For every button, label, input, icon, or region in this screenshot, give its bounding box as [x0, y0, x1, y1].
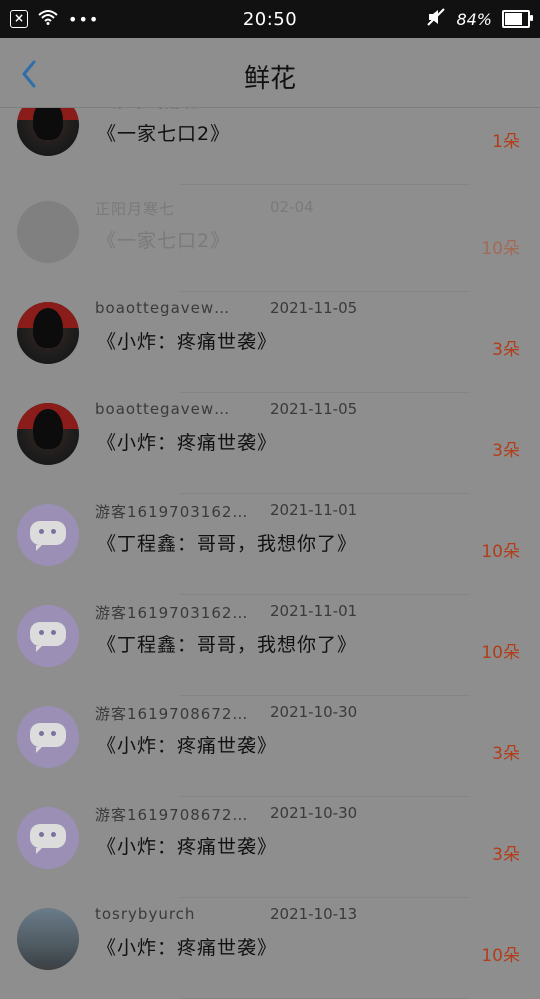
date: 2021-10-30: [270, 703, 358, 721]
status-bar: × ••• 20:50 84%: [0, 0, 540, 38]
date: 2021-11-05: [270, 299, 358, 317]
flower-count: 3朵: [492, 340, 520, 360]
avatar: [17, 403, 79, 465]
list-item[interactable]: boaottegavew… 2021-11-05 《小炸：疼痛世袭》 3朵: [0, 393, 540, 494]
chat-bubble-icon: [30, 723, 66, 753]
book-title: 《一家七口2》: [97, 123, 231, 145]
date: 2021-10-30: [270, 804, 358, 822]
notification-close-icon: ×: [10, 10, 28, 28]
chat-bubble-icon: [30, 521, 66, 551]
flower-count: 10朵: [481, 946, 520, 966]
user-name: 游客1619708672…: [95, 705, 249, 723]
flower-count: 10朵: [481, 643, 520, 663]
flower-count: 1朵: [492, 132, 520, 152]
date: 02-04: [270, 198, 314, 216]
date: 2021-11-05: [270, 400, 358, 418]
date: 2021-10-13: [270, 905, 358, 923]
list-item[interactable]: 正阳月寒七 02-04 《一家七口2》 10朵: [0, 191, 540, 292]
flower-list: 逗你·歌词翻唱 03-04 《一家七口2》 1朵 正阳月寒七 02-04 《一家…: [0, 90, 540, 999]
battery-percent: 84%: [456, 9, 492, 29]
user-name: boaottegavew…: [95, 400, 231, 418]
more-notifications-icon: •••: [68, 9, 100, 29]
list-item[interactable]: 游客1619703162… 2021-11-01 《丁程鑫：哥哥，我想你了》 1…: [0, 595, 540, 696]
nav-header: 鲜花: [0, 38, 540, 108]
date: 2021-11-01: [270, 501, 358, 519]
flower-count: 3朵: [492, 441, 520, 461]
avatar: [17, 908, 79, 970]
mute-icon: [426, 8, 446, 30]
book-title: 《丁程鑫：哥哥，我想你了》: [97, 533, 358, 555]
user-name: 游客1619703162…: [95, 604, 249, 622]
avatar: [17, 201, 79, 263]
avatar: [17, 706, 79, 768]
book-title: 《小炸：疼痛世袭》: [97, 937, 278, 959]
flower-count: 10朵: [481, 542, 520, 562]
list-item[interactable]: 游客1619708672… 2021-10-30 《小炸：疼痛世袭》 3朵: [0, 797, 540, 898]
book-title: 《小炸：疼痛世袭》: [97, 331, 278, 353]
page-title: 鲜花: [243, 64, 296, 94]
date: 2021-11-01: [270, 602, 358, 620]
avatar: [17, 605, 79, 667]
book-title: 《小炸：疼痛世袭》: [97, 735, 278, 757]
avatar: [17, 504, 79, 566]
list-item[interactable]: tosrybyurch 2021-10-13 《小炸：疼痛世袭》 10朵: [0, 898, 540, 999]
user-name: 正阳月寒七: [95, 200, 176, 218]
user-name: tosrybyurch: [95, 905, 196, 923]
list-item[interactable]: boaottegavew… 2021-11-05 《小炸：疼痛世袭》 3朵: [0, 292, 540, 393]
book-title: 《丁程鑫：哥哥，我想你了》: [97, 634, 358, 656]
chat-bubble-icon: [30, 622, 66, 652]
flower-count: 3朵: [492, 744, 520, 764]
chat-bubble-icon: [30, 824, 66, 854]
user-name: boaottegavew…: [95, 299, 231, 317]
avatar: [17, 807, 79, 869]
user-name: 游客1619703162…: [95, 503, 249, 521]
flower-count: 10朵: [481, 239, 520, 259]
battery-icon: [502, 10, 533, 28]
wifi-icon: [38, 9, 58, 29]
user-name: 游客1619708672…: [95, 806, 249, 824]
book-title: 《小炸：疼痛世袭》: [97, 432, 278, 454]
list-item[interactable]: 游客1619708672… 2021-10-30 《小炸：疼痛世袭》 3朵: [0, 696, 540, 797]
flower-count: 3朵: [492, 845, 520, 865]
book-title: 《小炸：疼痛世袭》: [97, 836, 278, 858]
list-item[interactable]: 游客1619703162… 2021-11-01 《丁程鑫：哥哥，我想你了》 1…: [0, 494, 540, 595]
avatar: [17, 302, 79, 364]
book-title: 《一家七口2》: [97, 230, 231, 252]
